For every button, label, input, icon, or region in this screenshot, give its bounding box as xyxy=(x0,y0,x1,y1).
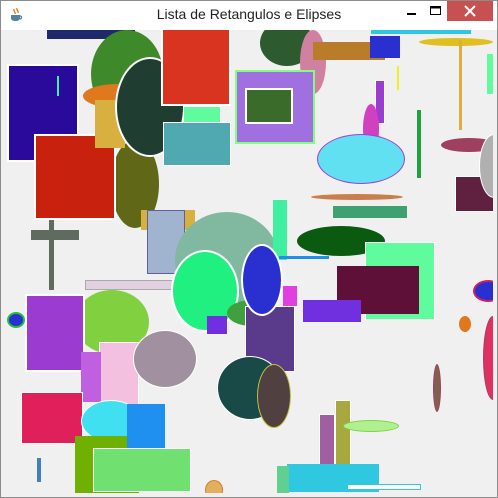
ellipse xyxy=(205,480,223,493)
rectangle xyxy=(371,30,471,34)
minimize-button[interactable] xyxy=(401,1,423,21)
rectangle xyxy=(25,294,85,372)
rectangle xyxy=(279,256,329,259)
application-window: Lista de Retangulos e Elipses xyxy=(0,0,498,498)
rectangle xyxy=(49,220,54,290)
ellipse xyxy=(7,312,25,328)
ellipse xyxy=(133,330,197,388)
ellipse xyxy=(433,364,441,412)
rectangle xyxy=(57,76,59,96)
ellipse xyxy=(171,250,239,332)
rectangle xyxy=(459,40,462,130)
rectangle xyxy=(303,300,361,322)
title-bar[interactable]: Lista de Retangulos e Elipses xyxy=(1,1,497,30)
rectangle xyxy=(161,30,231,106)
rectangle xyxy=(487,54,493,94)
rectangle xyxy=(397,66,399,90)
rectangle xyxy=(333,206,407,218)
rectangle xyxy=(417,110,421,178)
ellipse xyxy=(343,420,399,432)
close-icon xyxy=(464,5,476,17)
rectangle xyxy=(163,122,231,166)
ellipse xyxy=(459,316,471,332)
rectangle xyxy=(277,466,289,493)
rectangle xyxy=(207,316,227,334)
rectangle xyxy=(37,458,41,482)
ellipse xyxy=(483,316,493,400)
rectangle xyxy=(85,280,175,290)
maximize-icon xyxy=(429,6,441,15)
rectangle xyxy=(21,392,83,444)
ellipse xyxy=(473,280,493,302)
drawing-canvas[interactable] xyxy=(7,30,493,493)
ellipse xyxy=(241,244,283,316)
rectangle xyxy=(335,400,351,470)
minimize-icon xyxy=(407,13,416,15)
rectangle xyxy=(319,414,335,468)
rectangle xyxy=(93,448,191,492)
ellipse xyxy=(419,38,493,46)
rectangle xyxy=(347,484,421,490)
rectangle xyxy=(283,286,297,306)
maximize-button[interactable] xyxy=(423,1,447,21)
rectangle xyxy=(370,36,400,58)
rectangle xyxy=(31,230,79,240)
ellipse xyxy=(257,364,291,428)
ellipse xyxy=(317,134,405,184)
ellipse xyxy=(311,194,403,200)
rectangle xyxy=(81,352,101,402)
rectangle xyxy=(245,88,293,124)
close-button[interactable] xyxy=(447,1,493,21)
